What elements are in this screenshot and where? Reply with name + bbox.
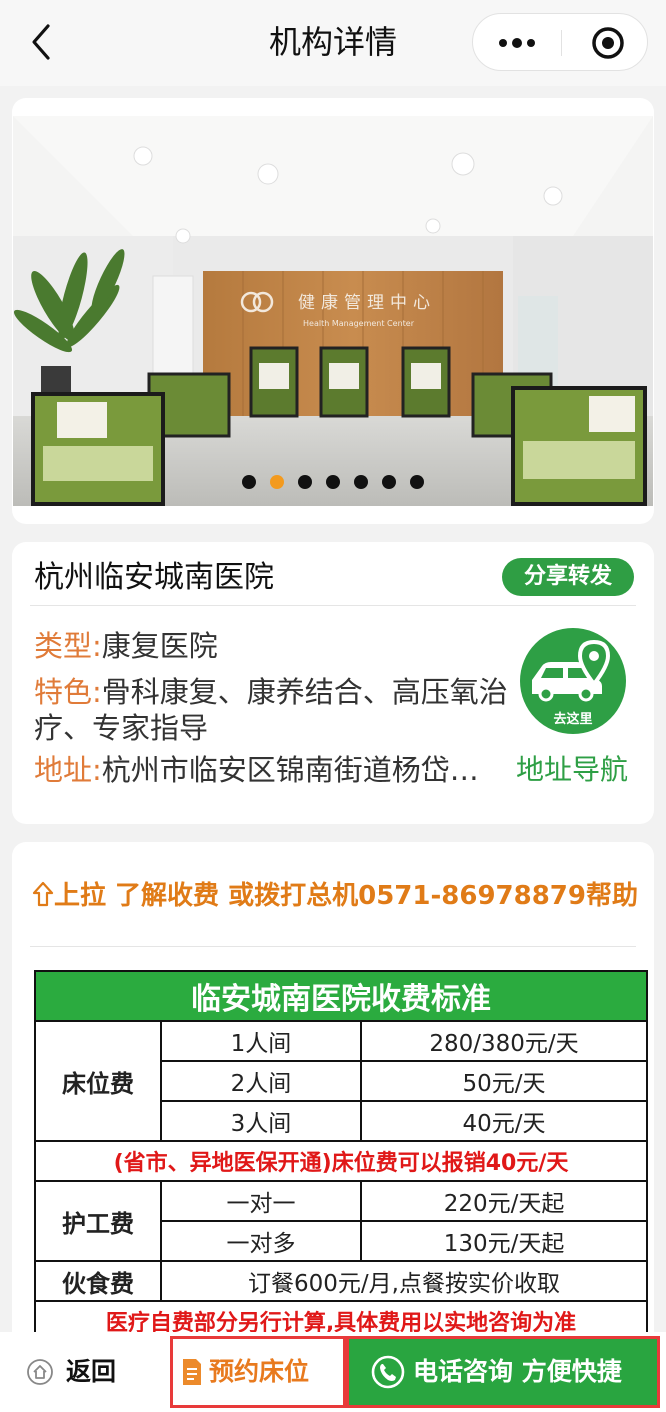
nav-bar: 机构详情 [0, 0, 666, 86]
fee-tip: 上拉 了解收费 或拨打总机0571-86978879帮助 [32, 878, 638, 917]
type-value: 康复医院 [101, 629, 218, 663]
fee-table: 临安城南医院收费标准 床位费 1人间 280/380元/天 2人间 50元/天 … [33, 970, 649, 1342]
feature-label: 特色: [34, 675, 102, 709]
page: 机构详情 健康管理中心 Health Management Center 杭州临… [0, 0, 666, 1412]
room-type: 1人间 [160, 1020, 362, 1062]
close-target-icon[interactable] [562, 14, 649, 72]
divider [30, 605, 636, 606]
meal-fee-category: 伙食费 [34, 1260, 162, 1302]
room-type: 3人间 [160, 1100, 362, 1142]
insurance-note: (省市、异地医保开通)床位费可以报销40元/天 [33, 1140, 649, 1182]
phone-consult-label: 电话咨询 方便快捷 [413, 1357, 622, 1386]
banner-sign-text: 健康管理中心 [298, 293, 436, 313]
arrow-up-icon [32, 881, 54, 917]
carousel-dot[interactable] [242, 475, 256, 489]
fee-table-title: 临安城南医院收费标准 [33, 970, 649, 1022]
phone-consult-button[interactable]: 电话咨询 方便快捷 [346, 1336, 660, 1408]
type-row: 类型:康复医院 [34, 628, 218, 664]
carousel-dot[interactable] [410, 475, 424, 489]
hospital-name: 杭州临安城南医院 [34, 560, 274, 595]
go-here-label: 去这里 [553, 712, 593, 727]
hospital-info-card: 杭州临安城南医院 分享转发 类型:康复医院 特色:骨科康复、康养结合、高压氧治疗… [12, 542, 654, 824]
back-label: 返回 [66, 1357, 117, 1386]
room-type: 2人间 [160, 1060, 362, 1102]
bed-fee-category: 床位费 [34, 1020, 162, 1142]
bottom-action-bar: 返回 预约床位 电话咨询 方便快捷 [0, 1332, 666, 1412]
carousel-dot-active[interactable] [270, 475, 284, 489]
banner-image[interactable]: 健康管理中心 Health Management Center [13, 116, 653, 506]
room-price: 280/380元/天 [359, 1020, 649, 1062]
room-price: 50元/天 [359, 1060, 649, 1102]
phone-icon [371, 1355, 405, 1389]
share-button[interactable]: 分享转发 [502, 558, 634, 596]
carousel-dots [12, 474, 654, 490]
table-row: 床位费 1人间 280/380元/天 [34, 1020, 649, 1142]
feature-row: 特色:骨科康复、康养结合、高压氧治疗、专家指导 [34, 674, 512, 746]
divider [30, 946, 636, 947]
go-here-button[interactable]: 去这里 [520, 628, 626, 734]
document-icon [181, 1357, 203, 1387]
care-type: 一对多 [160, 1220, 362, 1262]
home-icon [26, 1358, 54, 1386]
address-row: 地址:杭州市临安区锦南街道杨岱… [34, 752, 512, 788]
meal-fee-value: 订餐600元/月,点餐按实价收取 [159, 1260, 649, 1302]
table-row: 伙食费 订餐600元/月,点餐按实价收取 [34, 1260, 649, 1302]
reserve-bed-button[interactable]: 预约床位 [170, 1336, 346, 1408]
care-price: 220元/天起 [359, 1180, 649, 1222]
mini-program-capsule [472, 13, 648, 71]
table-row: 护工费 一对一 220元/天起 [34, 1180, 649, 1262]
address-value: 杭州市临安区锦南街道杨岱… [101, 753, 479, 787]
care-price: 130元/天起 [359, 1220, 649, 1262]
room-price: 40元/天 [359, 1100, 649, 1142]
address-label: 地址: [34, 753, 102, 787]
care-type: 一对一 [160, 1180, 362, 1222]
type-label: 类型: [34, 629, 102, 663]
fees-card: 上拉 了解收费 或拨打总机0571-86978879帮助 临安城南医院收费标准 … [12, 842, 654, 1402]
fee-tip-text: 上拉 了解收费 或拨打总机0571-86978879帮助 [54, 881, 638, 911]
carousel-dot[interactable] [354, 475, 368, 489]
carousel-dot[interactable] [298, 475, 312, 489]
carousel-dot[interactable] [326, 475, 340, 489]
reserve-bed-label: 预约床位 [209, 1357, 310, 1386]
banner-card: 健康管理中心 Health Management Center [12, 98, 654, 524]
carousel-dot[interactable] [382, 475, 396, 489]
feature-value: 骨科康复、康养结合、高压氧治疗、专家指导 [34, 675, 508, 745]
care-fee-category: 护工费 [34, 1180, 162, 1262]
more-icon[interactable] [473, 14, 561, 72]
address-navigation-link[interactable]: 地址导航 [516, 752, 628, 788]
banner-sign-text-en: Health Management Center [303, 319, 415, 328]
